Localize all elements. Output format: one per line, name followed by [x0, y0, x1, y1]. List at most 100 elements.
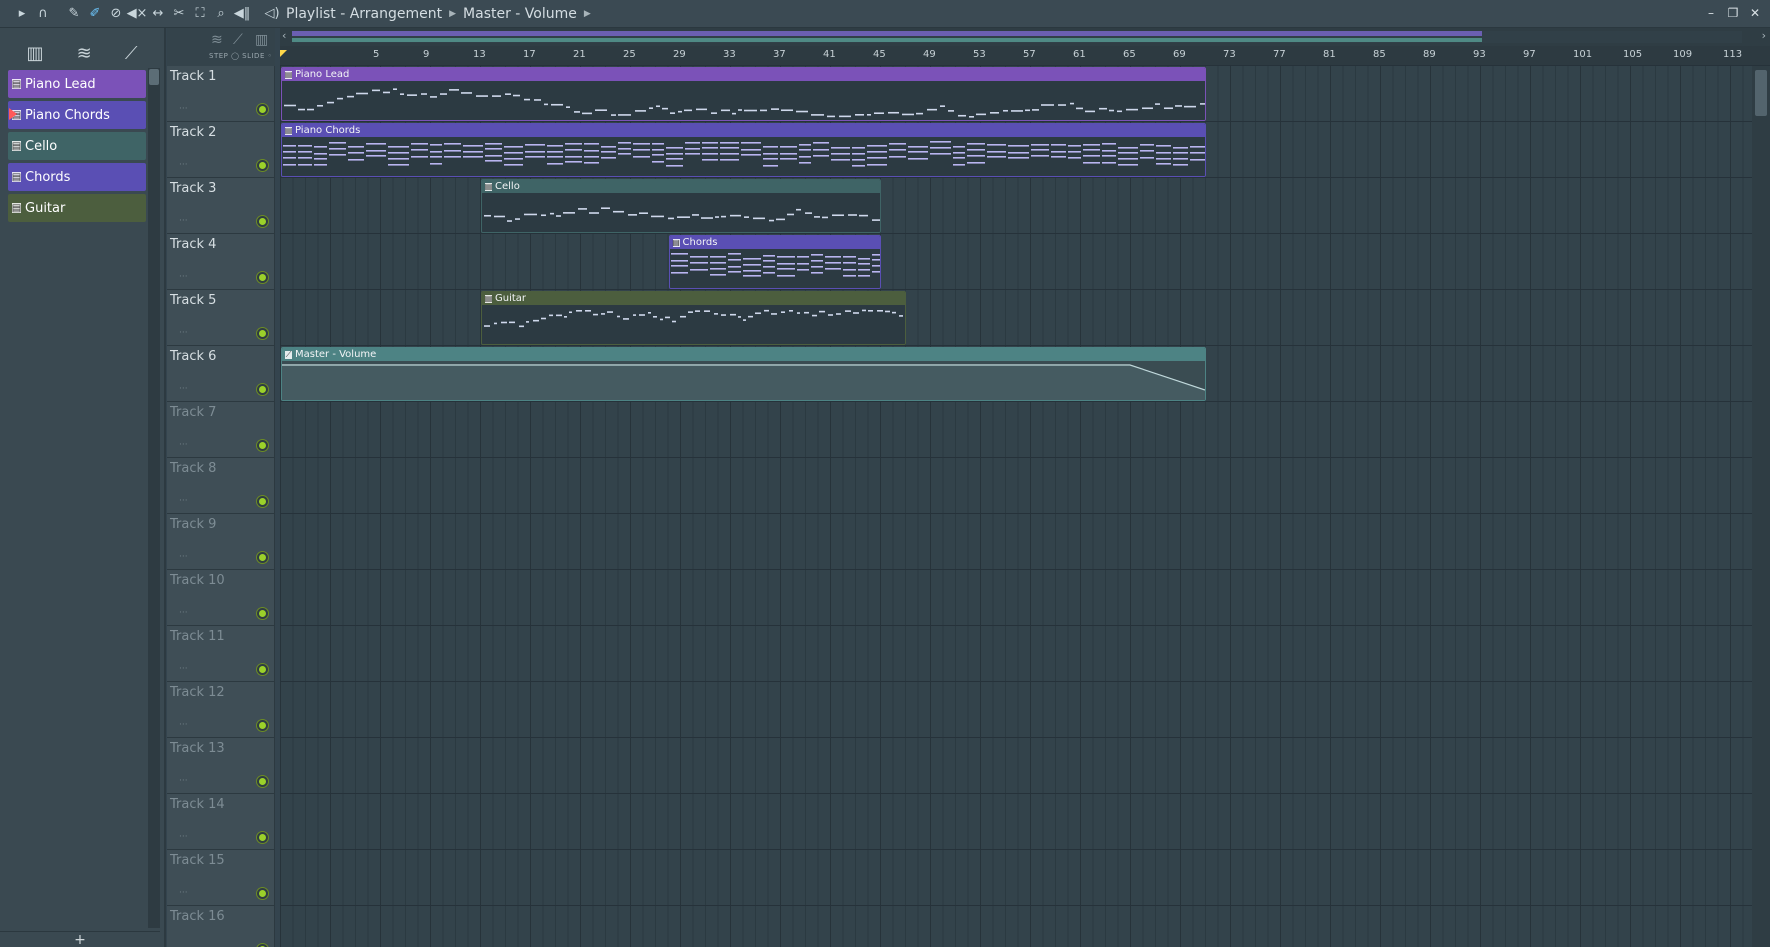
audio-icon[interactable]: ≋: [211, 32, 223, 48]
pencil-icon[interactable]: ✎: [64, 4, 84, 24]
play-icon[interactable]: ▸: [12, 4, 32, 24]
track-header[interactable]: Track 11 ···: [167, 626, 275, 682]
breadcrumb-target[interactable]: Master - Volume: [463, 6, 577, 22]
note-preview: [670, 253, 880, 277]
add-pattern-button[interactable]: +: [0, 931, 160, 947]
clip-piano-chords[interactable]: ▤ Piano Chords: [281, 123, 1206, 177]
track-enable-led[interactable]: [257, 608, 268, 619]
timeline-ruler[interactable]: 5 9 13 17 21 25 29 33 37 41 45 49 53 57 61 65 69 73 77 81 85…: [280, 46, 1770, 66]
breadcrumb-arrow-icon: ▶: [449, 8, 457, 19]
track-enable-led[interactable]: [257, 440, 268, 451]
track-enable-led[interactable]: [257, 776, 268, 787]
track-header[interactable]: Track 5 ···: [167, 290, 275, 346]
track-enable-led[interactable]: [257, 496, 268, 507]
track-header[interactable]: Track 7 ···: [167, 402, 275, 458]
piano-roll-icon[interactable]: ▥: [255, 32, 268, 48]
clip-chords[interactable]: ▤ Chords: [668, 235, 881, 289]
track-name: Track 3: [170, 181, 217, 196]
overview-scrollbar[interactable]: ‹ ›: [280, 28, 1770, 46]
pattern-item[interactable]: ▤ Cello: [8, 132, 146, 160]
clip-master-volume[interactable]: ⟋ Master - Volume: [281, 347, 1206, 401]
track-header[interactable]: Track 8 ···: [167, 458, 275, 514]
track-header[interactable]: Track 15 ···: [167, 850, 275, 906]
track-header[interactable]: Track 16···: [167, 906, 275, 947]
track-more-icon[interactable]: ···: [179, 104, 188, 114]
vertical-scrollbar[interactable]: [1752, 66, 1770, 947]
track-more-icon[interactable]: ···: [179, 496, 188, 506]
playhead-marker[interactable]: [280, 50, 287, 57]
track-header[interactable]: Track 12 ···: [167, 682, 275, 738]
track-enable-led[interactable]: [257, 328, 268, 339]
track-more-icon[interactable]: ···: [179, 440, 188, 450]
track-header[interactable]: Track 10 ···: [167, 570, 275, 626]
track-header[interactable]: Track 9 ···: [167, 514, 275, 570]
track-enable-led[interactable]: [257, 664, 268, 675]
breadcrumb-playlist[interactable]: Playlist - Arrangement: [286, 6, 442, 22]
picker-scrollbar[interactable]: [148, 68, 160, 928]
track-name: Track 13: [170, 741, 225, 756]
track-header[interactable]: Track 2 ···: [167, 122, 275, 178]
track-enable-led[interactable]: [257, 720, 268, 731]
track-more-icon[interactable]: ···: [179, 888, 188, 898]
clip-cello[interactable]: ▤ Cello: [481, 179, 881, 233]
track-name: Track 2: [170, 125, 217, 140]
minimize-icon[interactable]: –: [1702, 4, 1720, 22]
track-more-icon[interactable]: ···: [179, 160, 188, 170]
playback-icon[interactable]: ◀‖: [232, 4, 252, 24]
track-header[interactable]: Track 1 ···: [167, 66, 275, 122]
track-more-icon[interactable]: ···: [179, 608, 188, 618]
track-enable-led[interactable]: [257, 384, 268, 395]
ruler-label: 37: [773, 49, 786, 60]
automation-icon[interactable]: ⟋: [125, 43, 138, 64]
playlist-grid[interactable]: ▤ Piano Lead ▤ Piano Chords ▤ Cello ▤ Chords ▤ Gu…: [280, 66, 1752, 947]
pattern-item[interactable]: ▤ Chords: [8, 163, 146, 191]
pattern-item[interactable]: ▤ Piano Lead: [8, 70, 146, 98]
pattern-item[interactable]: ▤ Piano Chords: [8, 101, 146, 129]
pattern-clip-icon: ▤: [484, 294, 493, 303]
track-header[interactable]: Track 6 ···: [167, 346, 275, 402]
track-enable-led[interactable]: [257, 104, 268, 115]
track-enable-led[interactable]: [257, 160, 268, 171]
track-more-icon[interactable]: ···: [179, 776, 188, 786]
track-more-icon[interactable]: ···: [179, 552, 188, 562]
step-slide-toggle[interactable]: STEP ◯ SLIDE ◦: [209, 52, 272, 60]
clip-guitar[interactable]: ▤ Guitar: [481, 291, 906, 345]
select-icon[interactable]: ⛶: [190, 4, 210, 24]
clip-piano-lead[interactable]: ▤ Piano Lead: [281, 67, 1206, 121]
track-more-icon[interactable]: ···: [179, 216, 188, 226]
track-more-icon[interactable]: ···: [179, 832, 188, 842]
track-more-icon[interactable]: ···: [179, 664, 188, 674]
track-more-icon[interactable]: ···: [179, 272, 188, 282]
piano-roll-icon[interactable]: ▥: [27, 43, 44, 64]
slip-icon[interactable]: ↔: [148, 4, 168, 24]
scroll-left-icon[interactable]: ‹: [282, 29, 286, 42]
mute-icon[interactable]: ◀×: [127, 4, 148, 24]
restore-icon[interactable]: ❐: [1724, 4, 1742, 22]
pattern-item[interactable]: ▤ Guitar: [8, 194, 146, 222]
scroll-right-icon[interactable]: ›: [1762, 29, 1766, 42]
track-header[interactable]: Track 14 ···: [167, 794, 275, 850]
automation-icon[interactable]: ⟋: [233, 32, 243, 48]
audio-icon[interactable]: ≋: [77, 43, 92, 64]
track-headers: Track 1 ··· Track 2 ··· Track 3 ··· Track 4 ···…: [167, 66, 275, 947]
track-enable-led[interactable]: [257, 216, 268, 227]
track-header[interactable]: Track 4 ···: [167, 234, 275, 290]
speaker-icon[interactable]: ◁): [262, 4, 282, 24]
slice-icon[interactable]: ✂: [169, 4, 189, 24]
brush-icon[interactable]: ✐: [85, 4, 105, 24]
track-enable-led[interactable]: [257, 888, 268, 899]
track-more-icon[interactable]: ···: [179, 720, 188, 730]
track-enable-led[interactable]: [257, 552, 268, 563]
ruler-label: 65: [1123, 49, 1136, 60]
close-icon[interactable]: ✕: [1746, 4, 1764, 22]
delete-icon[interactable]: ⊘: [106, 4, 126, 24]
track-enable-led[interactable]: [257, 272, 268, 283]
track-header[interactable]: Track 13 ···: [167, 738, 275, 794]
zoom-icon[interactable]: ⌕: [211, 4, 231, 24]
track-more-icon[interactable]: ···: [179, 328, 188, 338]
track-header[interactable]: Track 3 ···: [167, 178, 275, 234]
magnet-icon[interactable]: ∩: [33, 4, 53, 24]
track-enable-led[interactable]: [257, 832, 268, 843]
pattern-clip-icon: ▤: [672, 238, 680, 247]
track-more-icon[interactable]: ···: [179, 384, 188, 394]
